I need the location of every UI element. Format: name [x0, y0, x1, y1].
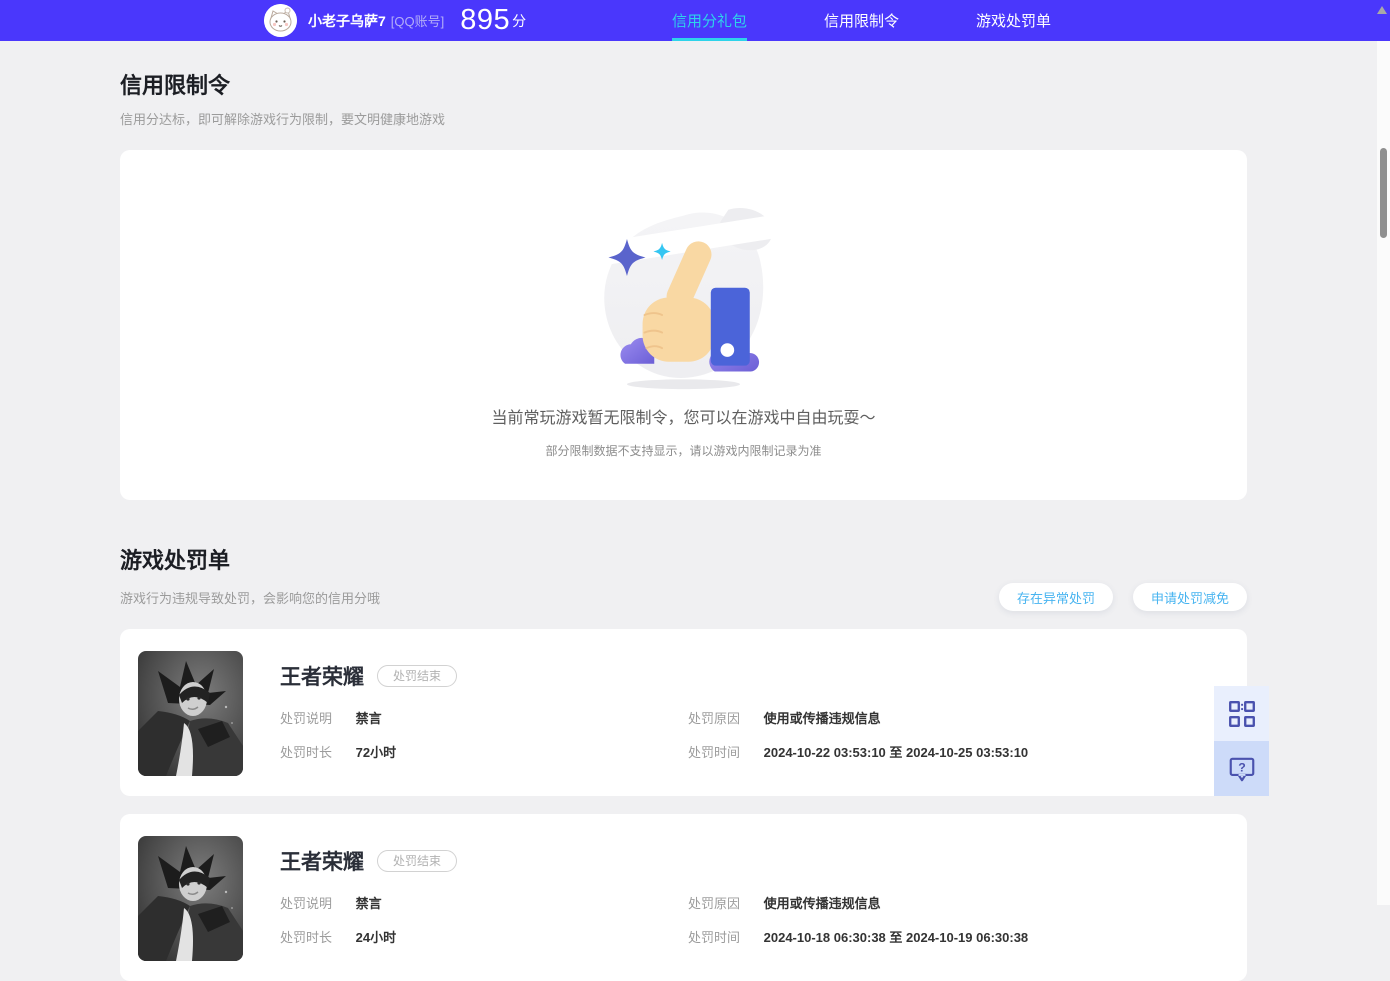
penalty-duration-field: 处罚时长 72小时: [280, 742, 688, 761]
qr-code-icon: [1228, 700, 1255, 727]
penalty-desc-label: 处罚说明: [280, 711, 333, 726]
penalty-reason-field: 处罚原因 使用或传播违规信息: [688, 708, 1247, 727]
restriction-empty-card: 当前常玩游戏暂无限制令，您可以在游戏中自由玩耍～ 部分限制数据不支持显示，请以游…: [120, 150, 1247, 500]
penalty-card: 王者荣耀 处罚结束 处罚说明 禁言 处罚原因 使用或传播违规信息 处罚时长 24…: [120, 814, 1247, 981]
game-thumbnail-honor-of-kings: [138, 836, 243, 961]
penalty-reason-value: 使用或传播违规信息: [763, 711, 881, 726]
header-bar: 小老子乌萨7 [QQ账号] 895 分 信用分礼包 信用限制令 游戏处罚单: [0, 0, 1390, 41]
question-glyph: ?: [1238, 760, 1246, 774]
restriction-empty-note: 部分限制数据不支持显示，请以游戏内限制记录为准: [545, 444, 822, 458]
penalty-relief-button[interactable]: 申请处罚减免: [1132, 583, 1247, 611]
restriction-section-subtitle: 信用分达标，即可解除游戏行为限制，要文明健康地游戏: [120, 112, 446, 127]
restriction-empty-message: 当前常玩游戏暂无限制令，您可以在游戏中自由玩耍～: [491, 410, 876, 427]
penalty-reason-field: 处罚原因 使用或传播违规信息: [688, 893, 1247, 912]
scrollbar-thumb[interactable]: [1380, 148, 1387, 238]
penalty-section-title: 游戏处罚单: [120, 548, 231, 573]
game-art-icon: [138, 651, 243, 776]
penalty-time-label: 处罚时间: [688, 930, 741, 945]
penalty-duration-field: 处罚时长 24小时: [280, 927, 688, 946]
penalty-reason-label: 处罚原因: [688, 896, 741, 911]
penalty-desc-field: 处罚说明 禁言: [280, 708, 688, 727]
username: 小老子乌萨7: [308, 12, 386, 29]
avatar: [264, 4, 297, 37]
penalty-desc-value: 禁言: [355, 711, 382, 726]
tab-credit-restriction[interactable]: 信用限制令: [824, 0, 899, 41]
credit-score: 895: [460, 4, 511, 36]
main-content: 信用限制令 信用分达标，即可解除游戏行为限制，要文明健康地游戏 当前常玩游戏暂无…: [120, 41, 1247, 981]
penalty-reason-value: 使用或传播违规信息: [763, 896, 881, 911]
penalty-time-field: 处罚时间 2024-10-22 03:53:10 至 2024-10-25 03…: [688, 742, 1247, 761]
qr-code-button[interactable]: [1214, 686, 1269, 741]
penalty-actions: 存在异常处罚 申请处罚减免: [998, 583, 1247, 611]
tab-credit-gift[interactable]: 信用分礼包: [672, 0, 748, 41]
penalty-duration-value: 24小时: [355, 930, 397, 945]
penalty-card: 王者荣耀 处罚结束 处罚说明 禁言 处罚原因 使用或传播违规信息 处罚时长 72…: [120, 629, 1247, 796]
game-art-icon: [138, 836, 243, 961]
penalty-reason-label: 处罚原因: [688, 711, 741, 726]
penalty-duration-label: 处罚时长: [280, 745, 333, 760]
scrollbar-up-arrow[interactable]: [1377, 6, 1387, 14]
header-tabs: 信用分礼包 信用限制令 游戏处罚单: [672, 0, 1051, 41]
penalty-status-badge: 处罚结束: [377, 850, 458, 872]
penalty-time-label: 处罚时间: [688, 745, 741, 760]
game-thumbnail-honor-of-kings: [138, 651, 243, 776]
account-type: [QQ账号]: [390, 14, 445, 29]
penalty-duration-value: 72小时: [355, 745, 397, 760]
penalty-status-badge: 处罚结束: [377, 665, 458, 687]
abnormal-penalty-button[interactable]: 存在异常处罚: [998, 583, 1113, 611]
penalty-duration-label: 处罚时长: [280, 930, 333, 945]
cat-avatar-icon: [264, 4, 297, 37]
penalty-desc-label: 处罚说明: [280, 896, 333, 911]
game-name: 王者荣耀: [280, 851, 364, 874]
floating-widget: ?: [1214, 686, 1269, 796]
penalty-time-field: 处罚时间 2024-10-18 06:30:38 至 2024-10-19 06…: [688, 927, 1247, 946]
game-name: 王者荣耀: [280, 666, 364, 689]
help-button[interactable]: ?: [1214, 741, 1269, 796]
penalty-time-value: 2024-10-18 06:30:38 至 2024-10-19 06:30:3…: [763, 930, 1029, 945]
restriction-section-title: 信用限制令: [120, 73, 231, 98]
thumbs-up-illustration: [587, 208, 780, 390]
penalty-time-value: 2024-10-22 03:53:10 至 2024-10-25 03:53:1…: [763, 745, 1029, 760]
question-bubble-icon: ?: [1229, 757, 1254, 781]
credit-score-unit: 分: [512, 12, 527, 29]
tab-game-penalty[interactable]: 游戏处罚单: [976, 0, 1051, 41]
penalty-desc-value: 禁言: [355, 896, 382, 911]
penalty-section-subtitle: 游戏行为违规导致处罚，会影响您的信用分哦: [120, 590, 381, 606]
penalty-desc-field: 处罚说明 禁言: [280, 893, 688, 912]
